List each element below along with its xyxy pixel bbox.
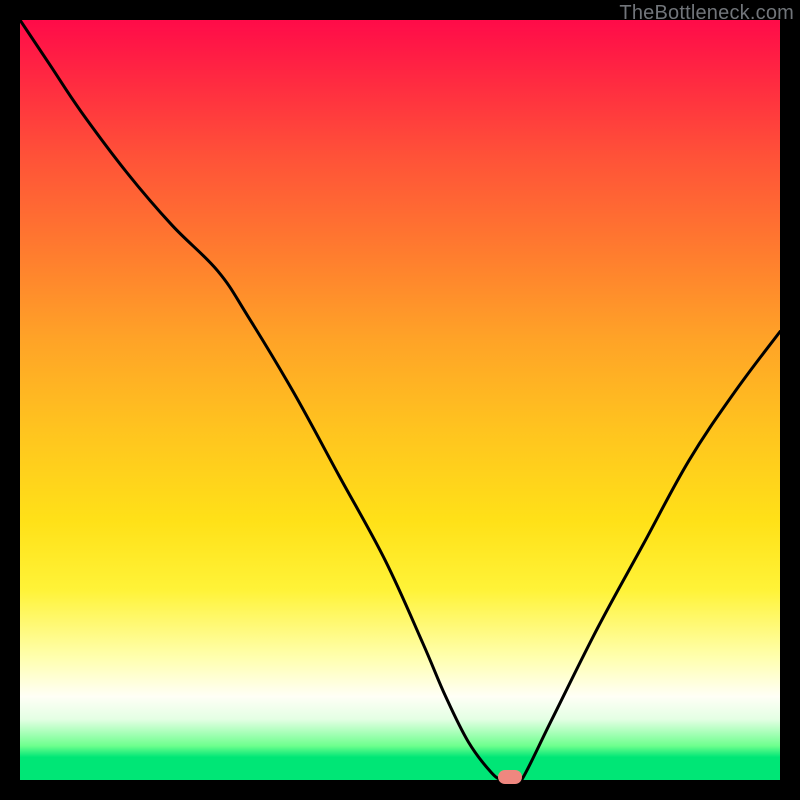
watermark-text: TheBottleneck.com xyxy=(619,2,794,25)
bottleneck-curve xyxy=(20,20,780,780)
plot-area xyxy=(20,20,780,780)
chart-frame: TheBottleneck.com xyxy=(0,0,800,800)
marker-pill xyxy=(498,770,522,784)
